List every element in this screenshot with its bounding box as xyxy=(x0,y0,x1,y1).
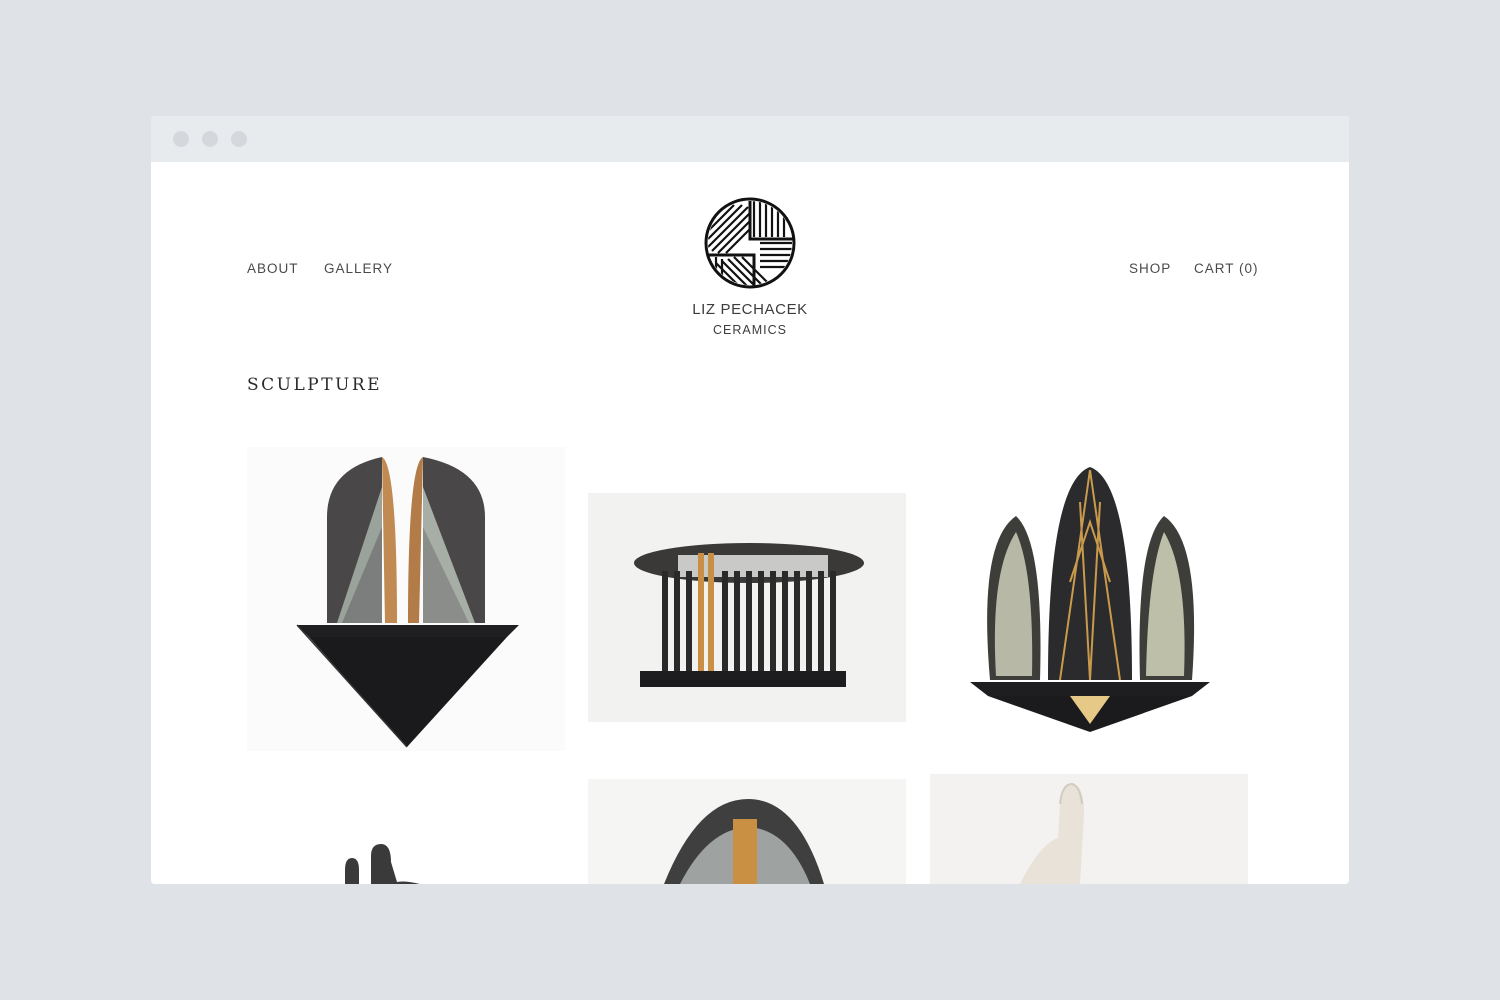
sculpture-image-6[interactable] xyxy=(930,774,1248,884)
gallery-item[interactable] xyxy=(247,842,565,884)
window-minimize-dot[interactable] xyxy=(202,131,218,147)
sculpture-image-3[interactable] xyxy=(930,462,1248,736)
gallery-item[interactable] xyxy=(930,462,1248,736)
nav-about-link[interactable]: ABOUT xyxy=(247,261,299,276)
gallery-item[interactable] xyxy=(588,493,906,722)
window-maximize-dot[interactable] xyxy=(231,131,247,147)
page-title: SCULPTURE xyxy=(247,375,383,395)
gallery-item[interactable] xyxy=(247,447,565,751)
window-close-dot[interactable] xyxy=(173,131,189,147)
page-viewport: ABOUT GALLERY SHOP CART (0) LIZ PECHACEK… xyxy=(151,162,1349,884)
brand-subtitle: CERAMICS xyxy=(713,323,787,337)
nav-shop-link[interactable]: SHOP xyxy=(1129,261,1171,276)
browser-title-bar xyxy=(151,116,1349,162)
nav-cart-link[interactable]: CART (0) xyxy=(1194,261,1259,276)
browser-window: ABOUT GALLERY SHOP CART (0) LIZ PECHACEK… xyxy=(151,116,1349,884)
brand-name: LIZ PECHACEK xyxy=(692,301,808,318)
sculpture-image-1[interactable] xyxy=(247,447,565,751)
gallery-item[interactable] xyxy=(930,774,1248,884)
gallery-item[interactable] xyxy=(588,779,906,884)
nav-gallery-link[interactable]: GALLERY xyxy=(324,261,393,276)
sculpture-image-2[interactable] xyxy=(588,493,906,722)
sculpture-image-5[interactable] xyxy=(588,779,906,884)
brand-logo-icon[interactable] xyxy=(704,197,796,289)
sculpture-image-4[interactable] xyxy=(247,842,565,884)
